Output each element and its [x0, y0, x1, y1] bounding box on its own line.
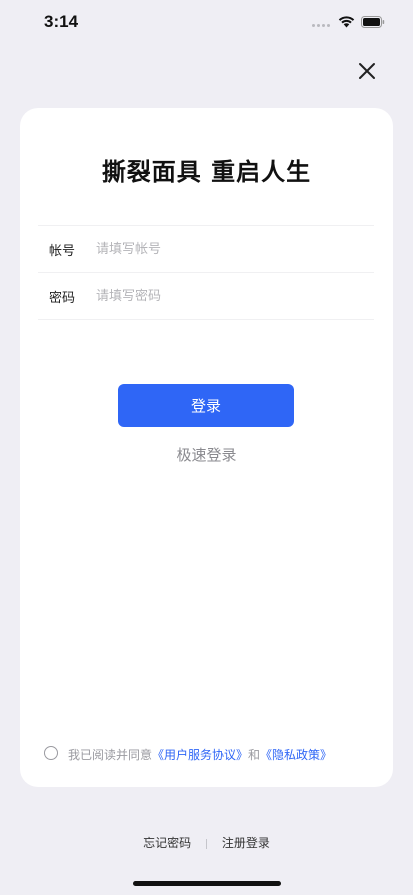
home-indicator	[133, 881, 281, 886]
status-time: 3:14	[44, 12, 79, 31]
account-input[interactable]	[96, 235, 356, 263]
agreement-conjunction: 和	[248, 748, 261, 762]
account-label: 帐号	[49, 244, 76, 259]
agreement-prefix: 我已阅读并同意	[68, 748, 153, 762]
agreement-text: 我已阅读并同意《用户服务协议》和《隐私政策》	[68, 746, 332, 763]
footer-divider	[206, 838, 207, 849]
password-field-row: 密码	[38, 272, 374, 320]
page-title: 撕裂面具 重启人生	[101, 158, 312, 186]
register-link[interactable]: 注册登录	[222, 836, 270, 850]
quick-login-link[interactable]: 极速登录	[20, 444, 393, 465]
password-label: 密码	[49, 291, 76, 306]
status-bar: 3:14	[0, 0, 413, 48]
close-icon[interactable]	[354, 58, 380, 84]
account-field-row: 帐号	[38, 225, 374, 272]
user-agreement-link[interactable]: 《用户服务协议》	[152, 748, 248, 762]
login-card: 撕裂面具 重启人生 帐号 密码 登录 极速登录 我已阅读并同意《用户服务协议》和…	[20, 108, 393, 787]
signal-icon	[312, 24, 334, 28]
agreement-checkbox[interactable]	[44, 746, 58, 760]
wifi-icon	[338, 16, 355, 28]
password-input[interactable]	[96, 282, 356, 310]
privacy-policy-link[interactable]: 《隐私政策》	[260, 748, 332, 762]
forgot-password-link[interactable]: 忘记密码	[143, 836, 191, 850]
battery-icon	[361, 16, 385, 28]
login-button[interactable]: 登录	[118, 384, 294, 427]
footer-links: 忘记密码 注册登录	[0, 834, 413, 851]
